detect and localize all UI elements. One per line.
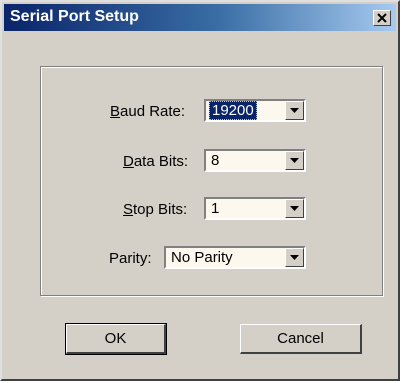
parity-label: Parity: — [109, 250, 152, 267]
parity-dropdown-button[interactable] — [285, 248, 304, 267]
baud-rate-label: Baud Rate: — [110, 103, 186, 120]
dialog-title: Serial Port Setup — [10, 8, 139, 25]
ok-button[interactable]: OK — [65, 323, 167, 355]
baud-rate-select[interactable]: 19200 — [204, 99, 306, 122]
close-button[interactable] — [373, 10, 391, 26]
title-bar[interactable]: Serial Port Setup — [4, 4, 396, 31]
stop-bits-select[interactable]: 1 — [204, 197, 306, 220]
parity-select[interactable]: No Parity — [164, 246, 306, 269]
data-bits-select[interactable]: 8 — [204, 149, 306, 172]
parity-value: No Parity — [171, 249, 233, 266]
chevron-down-icon — [290, 108, 299, 113]
baud-rate-value: 19200 — [209, 101, 257, 120]
data-bits-value: 8 — [211, 152, 220, 169]
cancel-button[interactable]: Cancel — [240, 324, 362, 354]
stop-bits-label: Stop Bits: — [123, 201, 188, 218]
baud-rate-dropdown-button[interactable] — [285, 101, 304, 120]
close-x-icon — [377, 13, 387, 23]
stop-bits-dropdown-button[interactable] — [285, 199, 304, 218]
stop-bits-value: 1 — [211, 200, 220, 217]
data-bits-dropdown-button[interactable] — [285, 151, 304, 170]
data-bits-label: Data Bits: — [123, 153, 189, 170]
chevron-down-icon — [290, 255, 299, 260]
chevron-down-icon — [290, 158, 299, 163]
serial-port-setup-dialog: Serial Port Setup Baud Rate: 19200 Data … — [0, 0, 400, 381]
chevron-down-icon — [290, 206, 299, 211]
